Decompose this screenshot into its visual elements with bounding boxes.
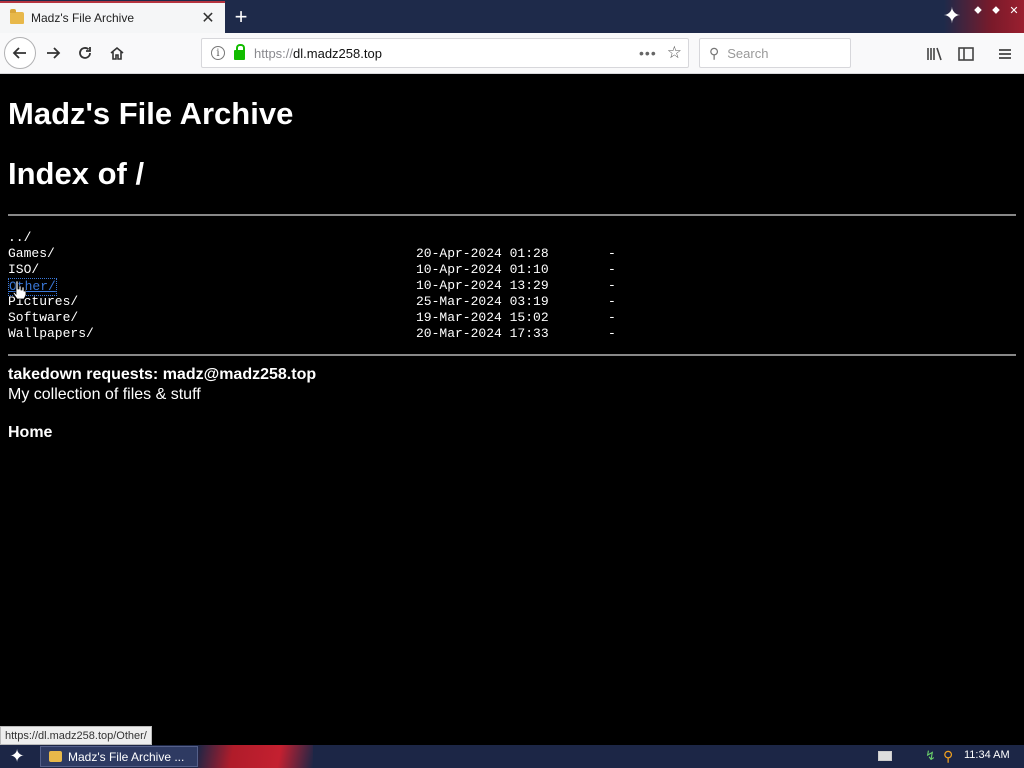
navigation-toolbar: i https://dl.madz258.top ••• ☆ ⚲ Search (0, 33, 1024, 74)
minimize-window-icon[interactable]: ⬥ (970, 3, 986, 17)
entry-name-link[interactable]: Games/ (8, 246, 55, 262)
url-bar[interactable]: i https://dl.madz258.top ••• ☆ (201, 38, 689, 68)
more-dots-icon[interactable]: ••• (639, 45, 657, 61)
entry-size: - (608, 326, 616, 341)
back-button[interactable] (4, 37, 36, 69)
star-logo-icon: ✦ (942, 3, 962, 28)
list-item: Wallpapers/ 20-Mar-2024 17:33 - (8, 326, 616, 342)
search-tray-icon[interactable]: ⚲ (943, 748, 957, 764)
taskbar-window-button[interactable]: Madz's File Archive ... (40, 746, 198, 767)
hamburger-menu-icon[interactable] (994, 44, 1016, 64)
taskbar: ✦ Madz's File Archive ... ↯ ⚲ 11:34 AM (0, 745, 1024, 768)
network-icon[interactable]: ↯ (925, 748, 939, 764)
forward-arrow-icon (47, 47, 61, 59)
reload-button[interactable] (71, 39, 99, 67)
search-placeholder: Search (727, 45, 769, 61)
taskbar-window-label: Madz's File Archive ... (68, 749, 185, 764)
site-title: Madz's File Archive (8, 96, 294, 131)
entry-size: - (608, 310, 616, 325)
page-content: Madz's File Archive Index of / ../ Games… (0, 74, 1024, 745)
entry-name-link[interactable]: Software/ (8, 310, 78, 326)
url-scheme: https:// (254, 45, 294, 61)
entry-date: 10-Apr-2024 13:29 (416, 278, 549, 293)
hand-cursor-icon (12, 280, 27, 300)
back-arrow-icon (12, 47, 26, 59)
entry-date: 20-Mar-2024 17:33 (416, 326, 549, 341)
parent-dir-row: ../ (8, 230, 70, 246)
parent-dir-link[interactable]: ../ (8, 230, 31, 246)
tab-title: Madz's File Archive (31, 11, 134, 25)
tab-close-icon[interactable]: ✕ (197, 7, 219, 29)
entry-size: - (608, 246, 616, 261)
entry-date: 19-Mar-2024 15:02 (416, 310, 549, 325)
list-item: ISO/ 10-Apr-2024 01:10 - (8, 262, 616, 278)
entry-date: 20-Apr-2024 01:28 (416, 246, 549, 261)
keyboard-icon[interactable] (878, 751, 892, 761)
search-box[interactable]: ⚲ Search (699, 38, 851, 68)
bookmark-star-icon[interactable]: ☆ (667, 43, 682, 63)
entry-size: - (608, 262, 616, 277)
top-divider (8, 214, 1016, 216)
taskbar-decoration (198, 745, 313, 768)
entry-date: 25-Mar-2024 03:19 (416, 294, 549, 309)
url-text[interactable]: https://dl.madz258.top (254, 46, 639, 61)
list-item: Software/ 19-Mar-2024 15:02 - (8, 310, 616, 326)
status-link-preview: https://dl.madz258.top/Other/ (0, 726, 152, 745)
active-tab[interactable]: Madz's File Archive ✕ (0, 1, 225, 33)
takedown-notice: takedown requests: madz@madz258.top (8, 366, 317, 383)
search-icon: ⚲ (709, 44, 720, 61)
taskbar-clock[interactable]: 11:34 AM (964, 749, 1010, 761)
start-menu-icon[interactable]: ✦ (6, 746, 28, 767)
library-icon[interactable] (924, 44, 946, 64)
lock-icon[interactable] (234, 44, 245, 60)
list-item: Games/ 20-Apr-2024 01:28 - (8, 246, 616, 262)
entry-date: 10-Apr-2024 01:10 (416, 262, 549, 277)
home-icon (110, 46, 124, 60)
folder-favicon-icon (10, 9, 24, 24)
browser-task-icon (49, 751, 62, 762)
reload-icon (79, 47, 91, 59)
entry-size: - (608, 294, 616, 309)
entry-name-link[interactable]: Wallpapers/ (8, 326, 94, 342)
close-window-icon[interactable]: ✕ (1006, 3, 1022, 17)
bottom-divider (8, 354, 1016, 356)
screen: Madz's File Archive ✕ + ✦ ⬥ ⬥ ✕ i https:… (0, 0, 1024, 768)
index-heading: Index of / (8, 156, 145, 191)
entry-name-link[interactable]: ISO/ (8, 262, 39, 278)
home-link[interactable]: Home (8, 424, 52, 442)
forward-button[interactable] (39, 39, 67, 67)
home-button[interactable] (103, 39, 131, 67)
url-host: dl.madz258.top (293, 45, 382, 61)
maximize-window-icon[interactable]: ⬥ (988, 3, 1004, 17)
entry-size: - (608, 278, 616, 293)
sidebar-icon[interactable] (955, 44, 977, 64)
info-icon[interactable]: i (211, 46, 225, 60)
tagline: My collection of files & stuff (8, 386, 201, 403)
new-tab-button[interactable]: + (228, 4, 254, 29)
tab-strip: Madz's File Archive ✕ + ✦ ⬥ ⬥ ✕ (0, 0, 1024, 33)
